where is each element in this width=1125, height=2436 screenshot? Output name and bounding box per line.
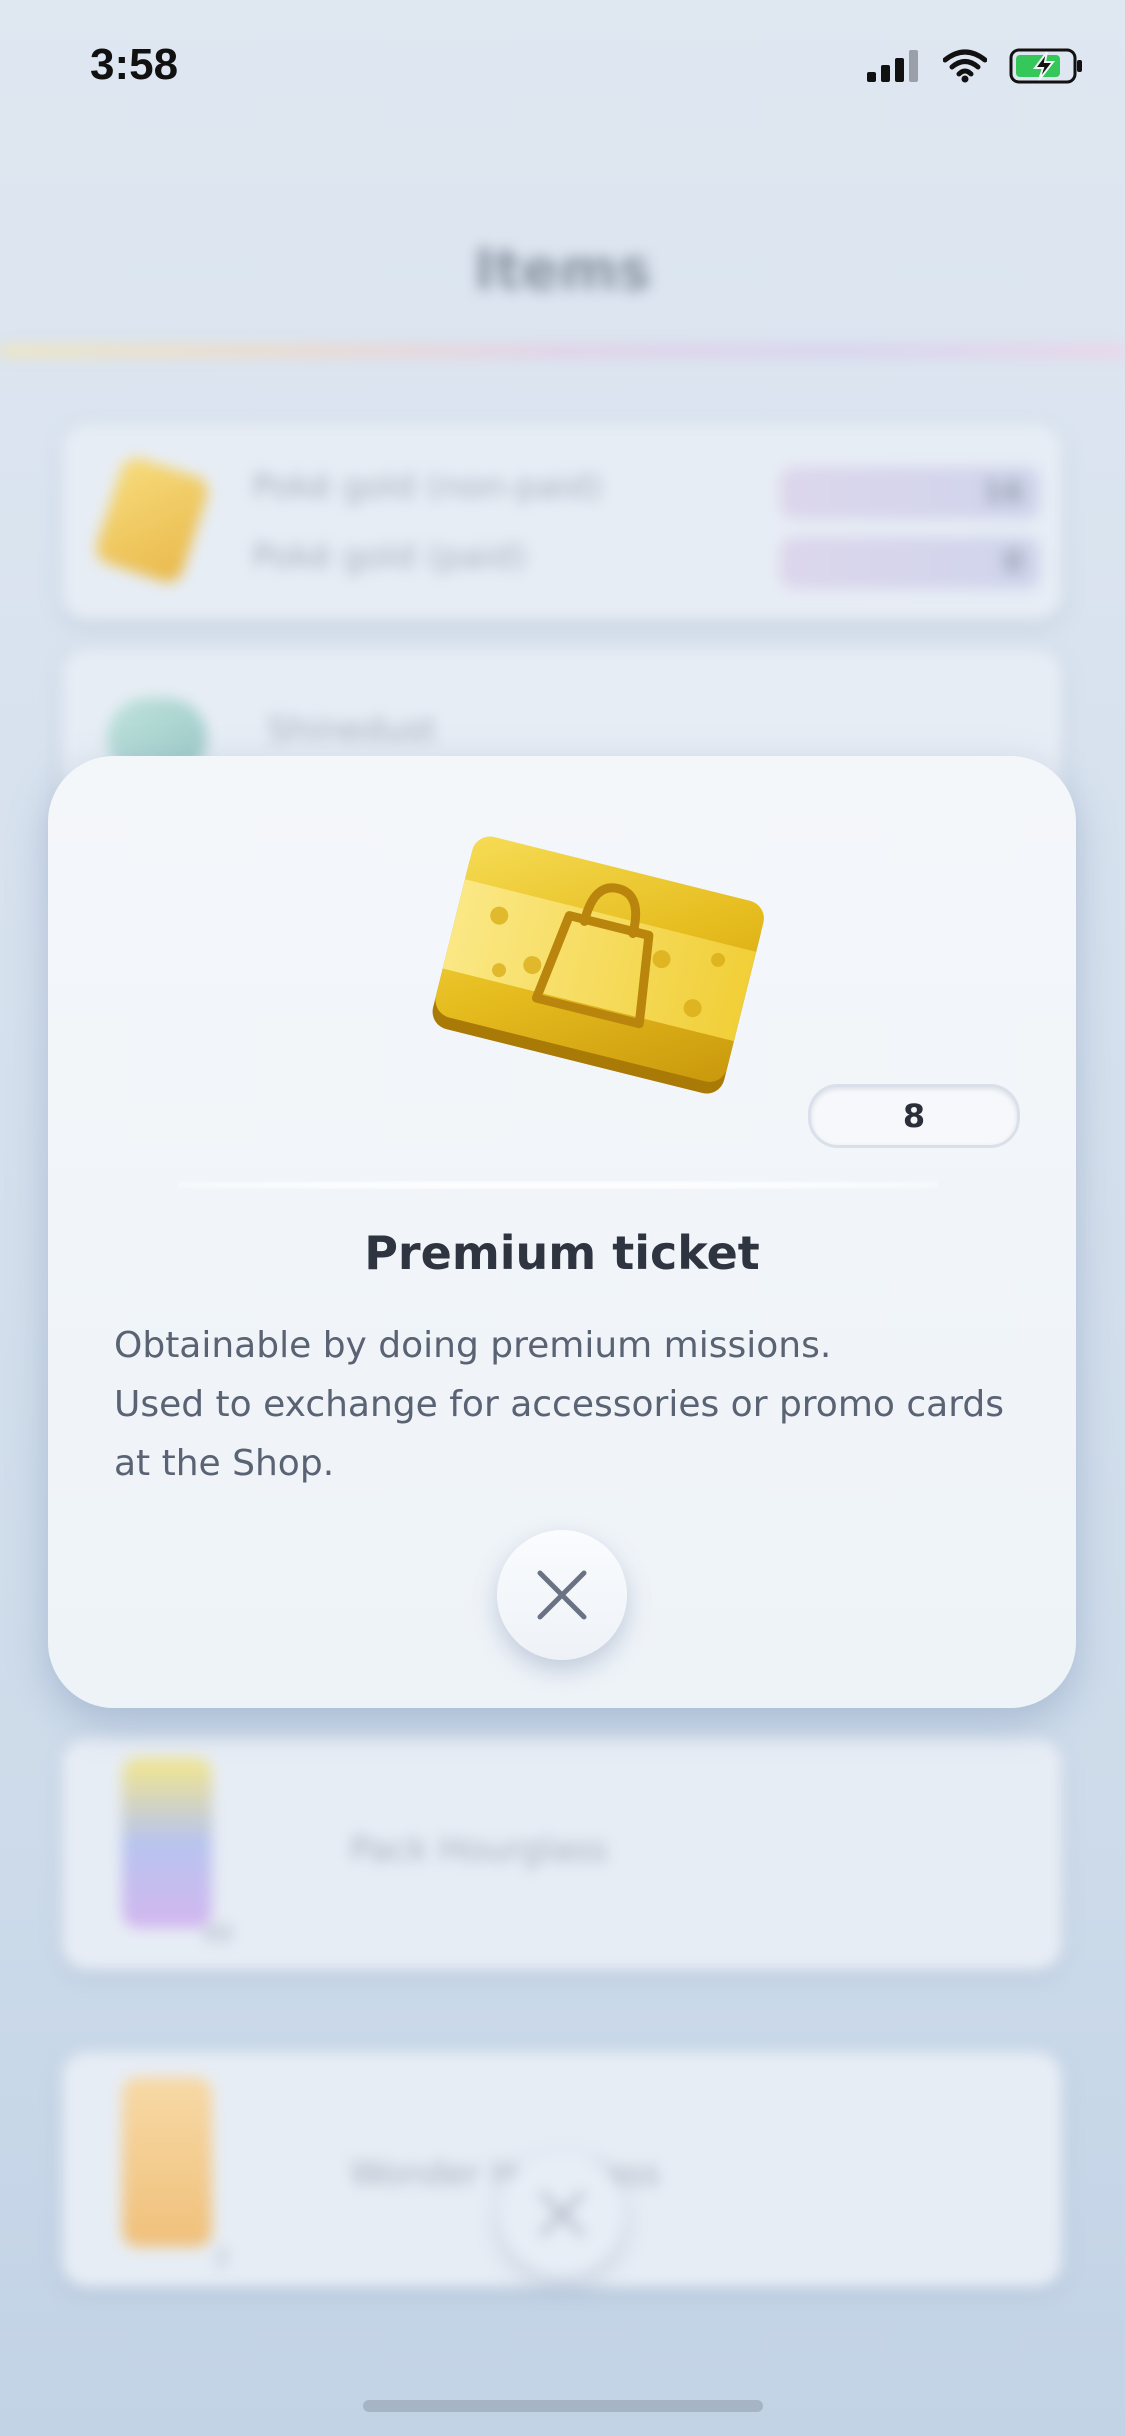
background-row-label: Poké gold (paid) [252, 537, 527, 577]
pack-hourglass-icon [122, 1758, 212, 1928]
glow-divider [178, 1181, 938, 1189]
background-row-value: 0 [780, 537, 1040, 589]
status-time: 3:58 [90, 40, 179, 89]
background-card-label: Shinedust [267, 710, 437, 750]
battery-charging-icon [1009, 48, 1082, 84]
signal-icon [867, 50, 918, 82]
background-page-title: Items [473, 238, 652, 303]
close-button[interactable] [497, 1530, 627, 1660]
background-divider [0, 345, 1125, 357]
item-name: Premium ticket [364, 1226, 760, 1280]
background-close-button [500, 2152, 624, 2276]
premium-ticket-icon [432, 836, 764, 1094]
status-bar: 3:58 [0, 0, 1125, 130]
wonder-hourglass-icon [122, 2077, 212, 2247]
status-icons [867, 48, 1085, 84]
item-description: Obtainable by doing premium missions. Us… [114, 1325, 1004, 1484]
home-indicator [363, 2400, 763, 2412]
poke-gold-icon [92, 453, 212, 587]
item-detail-modal: 8 Premium ticket Obtainable by doing pre… [48, 756, 1076, 1708]
background-row-value: 16 [780, 467, 1040, 519]
wifi-icon [943, 49, 987, 83]
background-card-count: 2 [214, 2244, 230, 2272]
close-icon [539, 2191, 585, 2237]
item-quantity-badge: 8 [808, 1084, 1020, 1148]
close-icon [537, 1570, 587, 1620]
background-card-label: Pack Hourglass [350, 1830, 608, 1870]
background-gold-card: Poké gold (non-paid) Poké gold (paid) 16… [62, 425, 1062, 620]
background-card-count: 49 [202, 1920, 233, 1948]
background-pack-hourglass-card: Pack Hourglass 49 [62, 1738, 1062, 1970]
background-row-label: Poké gold (non-paid) [252, 467, 603, 507]
